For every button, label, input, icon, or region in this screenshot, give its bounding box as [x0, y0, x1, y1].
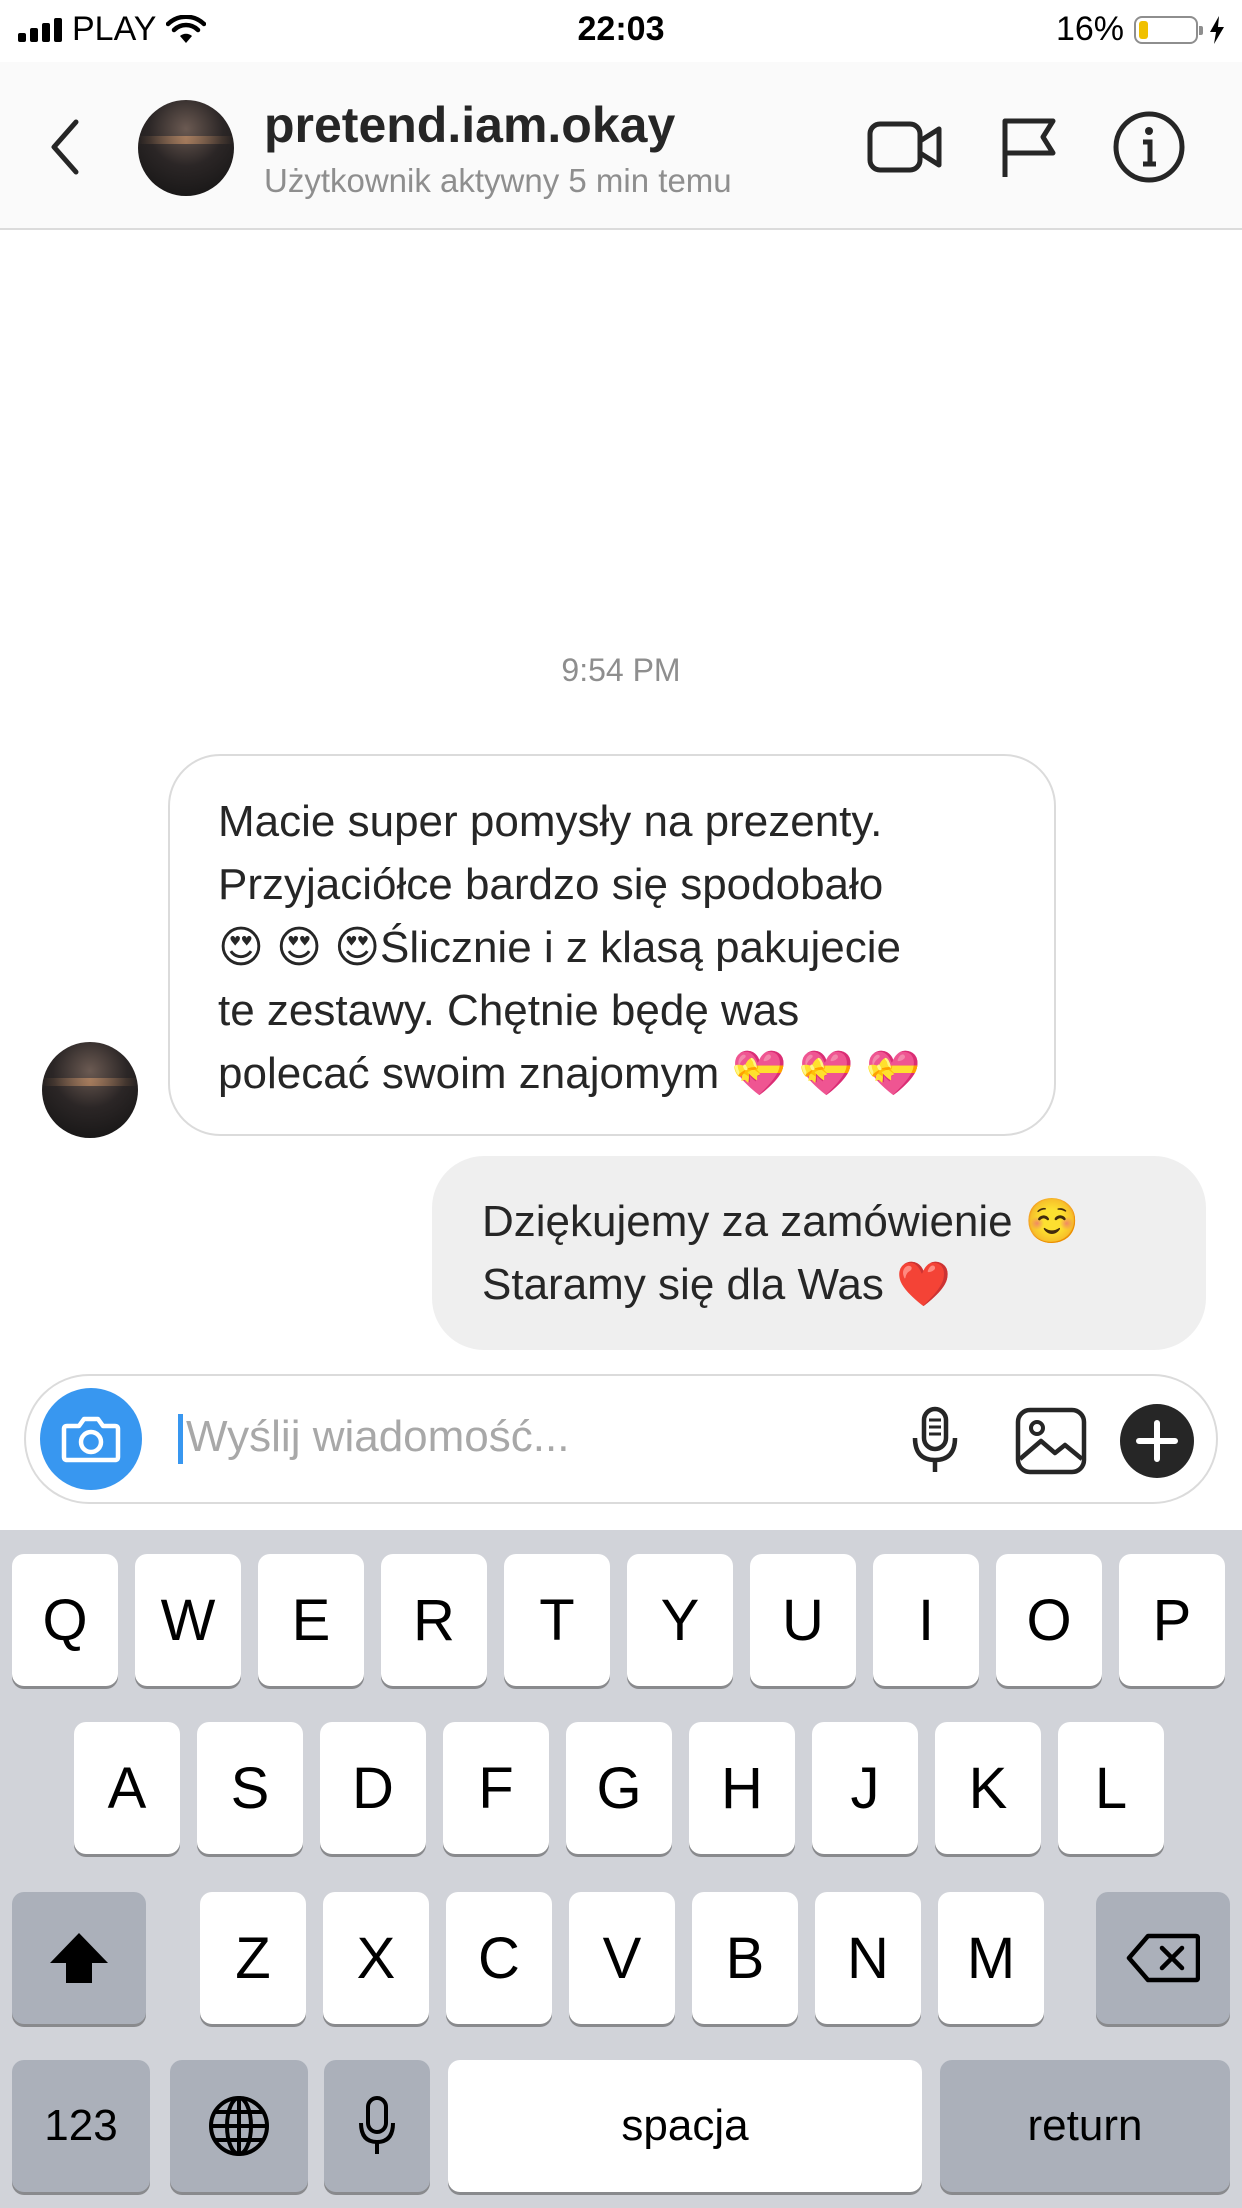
message-line: Przyjaciółce bardzo się spodobało	[218, 860, 884, 909]
key-r[interactable]: R	[381, 1554, 487, 1686]
flag-icon	[1002, 118, 1056, 177]
text-cursor	[178, 1414, 183, 1464]
more-options-button[interactable]	[1112, 1396, 1202, 1486]
message-input[interactable]: Wyślij wiadomość...	[186, 1412, 569, 1462]
signal-icon	[18, 17, 62, 42]
message-line: 😍 😍 😍Ślicznie i z klasą pakujecie	[218, 923, 901, 972]
language-key[interactable]	[170, 2060, 308, 2192]
keyboard: QWERTYUIOP ASDFGHJKL ZXCVBNM 123 spacja …	[0, 1530, 1242, 2208]
voice-message-button[interactable]	[890, 1396, 980, 1486]
key-i[interactable]: I	[873, 1554, 979, 1686]
info-button[interactable]	[1104, 102, 1194, 192]
video-camera-icon	[867, 121, 942, 173]
battery-percent: 16%	[1055, 10, 1124, 48]
microphone-icon	[359, 2096, 395, 2154]
message-line: polecać swoim znajomym 💝 💝 💝	[218, 1049, 921, 1098]
key-k[interactable]: K	[935, 1722, 1041, 1854]
key-e[interactable]: E	[258, 1554, 364, 1686]
key-q[interactable]: Q	[12, 1554, 118, 1686]
carrier-info: PLAY	[18, 10, 207, 49]
avatar[interactable]	[138, 100, 234, 196]
battery-icon	[1134, 15, 1203, 44]
key-c[interactable]: C	[446, 1892, 552, 2024]
camera-icon	[61, 1416, 121, 1463]
key-z[interactable]: Z	[200, 1892, 306, 2024]
carrier-name: PLAY	[72, 10, 157, 48]
incoming-message[interactable]: Macie super pomysły na prezenty. Przyjac…	[168, 754, 1056, 1136]
numbers-key[interactable]: 123	[12, 2060, 150, 2192]
key-v[interactable]: V	[569, 1892, 675, 2024]
key-w[interactable]: W	[135, 1554, 241, 1686]
message-line: Macie super pomysły na prezenty.	[218, 797, 883, 846]
key-d[interactable]: D	[320, 1722, 426, 1854]
key-y[interactable]: Y	[627, 1554, 733, 1686]
chat-header: pretend.iam.okay Użytkownik aktywny 5 mi…	[0, 62, 1242, 230]
charging-bolt-icon	[1210, 15, 1224, 44]
key-f[interactable]: F	[443, 1722, 549, 1854]
message-composer[interactable]: Wyślij wiadomość...	[24, 1374, 1218, 1504]
microphone-icon	[912, 1406, 958, 1472]
info-icon	[1113, 111, 1185, 183]
key-u[interactable]: U	[750, 1554, 856, 1686]
message-line: Staramy się dla Was ❤️	[482, 1260, 951, 1309]
message-line: te zestawy. Chętnie będę was	[218, 986, 800, 1035]
key-x[interactable]: X	[323, 1892, 429, 2024]
key-b[interactable]: B	[692, 1892, 798, 2024]
video-call-button[interactable]	[860, 102, 950, 192]
key-n[interactable]: N	[815, 1892, 921, 2024]
plus-icon	[1120, 1404, 1194, 1478]
chat-username[interactable]: pretend.iam.okay	[264, 96, 675, 154]
dictation-key[interactable]	[324, 2060, 430, 2192]
camera-button[interactable]	[40, 1388, 142, 1490]
globe-icon	[209, 2096, 269, 2156]
shift-key[interactable]	[12, 1892, 146, 2024]
backspace-key[interactable]	[1096, 1892, 1230, 2024]
backspace-icon	[1126, 1933, 1200, 1983]
key-o[interactable]: O	[996, 1554, 1102, 1686]
status-bar: PLAY 22:03 16%	[0, 0, 1242, 62]
battery-info: 16%	[1056, 10, 1226, 49]
key-g[interactable]: G	[566, 1722, 672, 1854]
key-m[interactable]: M	[938, 1892, 1044, 2024]
key-j[interactable]: J	[812, 1722, 918, 1854]
space-key[interactable]: spacja	[448, 2060, 922, 2192]
outgoing-message[interactable]: Dziękujemy za zamówienie ☺️ Staramy się …	[432, 1156, 1206, 1350]
gallery-button[interactable]	[1006, 1396, 1096, 1486]
back-chevron-icon[interactable]	[40, 112, 90, 182]
key-a[interactable]: A	[74, 1722, 180, 1854]
activity-status: Użytkownik aktywny 5 min temu	[264, 162, 732, 199]
key-s[interactable]: S	[197, 1722, 303, 1854]
sender-avatar[interactable]	[42, 1042, 138, 1138]
key-t[interactable]: T	[504, 1554, 610, 1686]
return-key[interactable]: return	[940, 2060, 1230, 2192]
report-button[interactable]	[984, 102, 1074, 192]
key-h[interactable]: H	[689, 1722, 795, 1854]
message-timestamp: 9:54 PM	[561, 652, 681, 688]
shift-arrow-icon	[50, 1933, 108, 1983]
key-p[interactable]: P	[1119, 1554, 1225, 1686]
wifi-icon	[166, 14, 207, 43]
key-l[interactable]: L	[1058, 1722, 1164, 1854]
message-line: Dziękujemy za zamówienie ☺️	[482, 1197, 1080, 1246]
image-icon	[1015, 1407, 1087, 1475]
